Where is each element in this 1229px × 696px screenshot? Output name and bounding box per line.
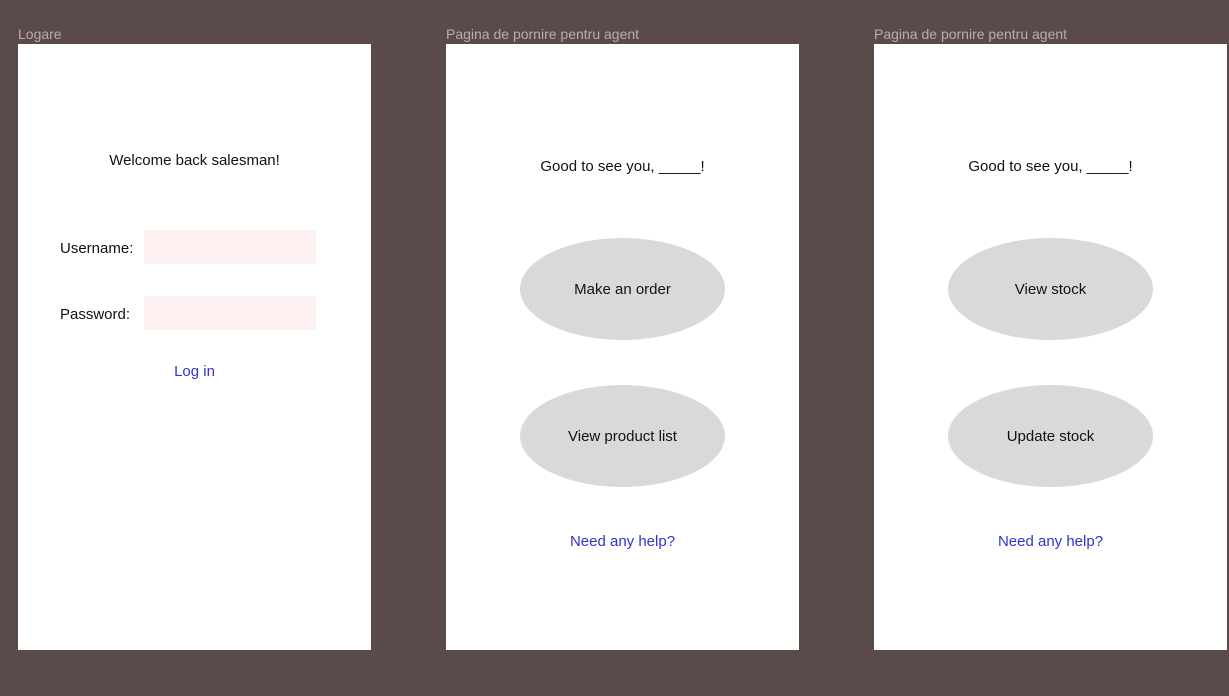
agent-home-frame-1: Good to see you, _____! Make an order Vi… [446,44,799,650]
help-link[interactable]: Need any help? [874,533,1227,550]
username-label: Username: [60,240,134,257]
agent-home-frame-2: Good to see you, _____! View stock Updat… [874,44,1227,650]
frame-label-login: Logare [18,26,62,42]
view-stock-button[interactable]: View stock [948,238,1153,340]
update-stock-button[interactable]: Update stock [948,385,1153,487]
login-frame: Welcome back salesman! Username: Passwor… [18,44,371,650]
password-input[interactable] [144,296,316,330]
frame-label-agent-home-2: Pagina de pornire pentru agent [874,26,1068,42]
username-input[interactable] [144,230,316,264]
make-order-button[interactable]: Make an order [520,238,725,340]
login-greeting: Welcome back salesman! [109,152,280,169]
agent-greeting: Good to see you, _____! [968,158,1133,175]
agent-greeting: Good to see you, _____! [540,158,705,175]
frame-label-agent-home-1: Pagina de pornire pentru agent [446,26,640,42]
help-link[interactable]: Need any help? [446,533,799,550]
password-label: Password: [60,306,131,323]
login-link[interactable]: Log in [18,363,371,380]
view-product-list-button[interactable]: View product list [520,385,725,487]
